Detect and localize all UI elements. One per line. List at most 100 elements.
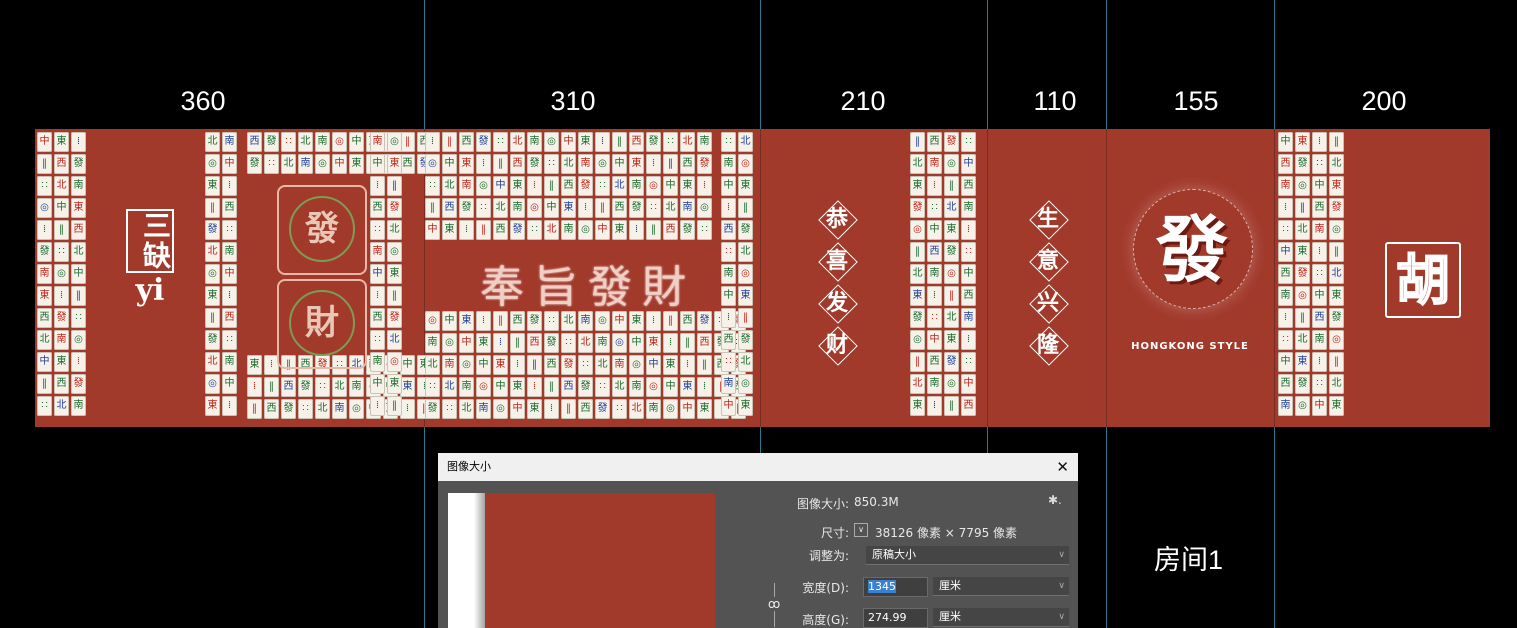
mahjong-tile: 中 xyxy=(370,374,385,394)
mahjong-tile: 西 xyxy=(544,355,559,375)
chevron-down-icon: ∨ xyxy=(1058,612,1065,622)
mahjong-tile: ‖ xyxy=(387,286,402,306)
width-unit-select[interactable]: 厘米 ∨ xyxy=(933,577,1069,596)
mahjong-tile: ∷ xyxy=(612,399,627,419)
mahjong-tile: 西 xyxy=(561,176,576,196)
mahjong-tile: ‖ xyxy=(37,154,52,174)
mahjong-tile: 北 xyxy=(738,352,753,372)
height-unit-select[interactable]: 厘米 ∨ xyxy=(933,608,1069,627)
mahjong-tiles-frame-top: 西發∷北南◎中東⁞‖西發∷北南◎中東⁞‖西發 xyxy=(247,132,432,174)
mahjong-tile: 南 xyxy=(442,355,457,375)
mahjong-tile: 東 xyxy=(1329,396,1344,416)
mahjong-tile: ‖ xyxy=(425,198,440,218)
mahjong-tile: ⁞ xyxy=(961,220,976,240)
mahjong-tile: 東 xyxy=(629,154,644,174)
mahjong-tile: 南 xyxy=(697,132,712,152)
diamond-char: 意 xyxy=(1028,241,1068,281)
mahjong-tile: ⁞ xyxy=(400,399,415,419)
close-icon[interactable]: ✕ xyxy=(1056,453,1069,481)
mahjong-tile: ◎ xyxy=(910,330,925,350)
mahjong-tile: 發 xyxy=(944,352,959,372)
mahjong-tile: 南 xyxy=(349,377,364,397)
mahjong-tile: 西 xyxy=(1278,154,1293,174)
mahjong-tile: 北 xyxy=(37,330,52,350)
mahjong-tile: ∷ xyxy=(1312,154,1327,174)
mahjong-tile: 北 xyxy=(205,242,220,262)
mahjong-tile: 北 xyxy=(944,198,959,218)
mahjong-tile: 西 xyxy=(54,374,69,394)
mahjong-tile: ⁞ xyxy=(680,355,695,375)
mahjong-tile: 西 xyxy=(961,286,976,306)
mahjong-tile: 西 xyxy=(459,132,474,152)
mahjong-tile: ∷ xyxy=(425,176,440,196)
mahjong-tile: ◎ xyxy=(332,132,347,152)
mahjong-tile: 發 xyxy=(264,132,279,152)
mahjong-tile: 西 xyxy=(264,399,279,419)
mahjong-tile: ‖ xyxy=(1329,242,1344,262)
mahjong-tile: 東 xyxy=(37,286,52,306)
mahjong-tile: 西 xyxy=(927,132,942,152)
diamond-char: 财 xyxy=(817,325,857,365)
mahjong-tile: ◎ xyxy=(205,374,220,394)
mahjong-tile: 南 xyxy=(370,352,385,372)
fit-select[interactable]: 原稿大小 ∨ xyxy=(866,546,1069,565)
mahjong-tile: ∷ xyxy=(315,377,330,397)
mahjong-tile: ∷ xyxy=(527,220,542,240)
mahjong-tile: 東 xyxy=(205,396,220,416)
mahjong-tile: 東 xyxy=(910,396,925,416)
mahjong-tile: 中 xyxy=(370,154,385,174)
gear-icon[interactable]: ✱. xyxy=(1048,493,1062,507)
image-preview[interactable] xyxy=(448,493,715,628)
mahjong-tile: ⁞ xyxy=(493,333,508,353)
mahjong-tile: ‖ xyxy=(71,286,86,306)
mahjong-tile: 東 xyxy=(205,176,220,196)
mahjong-tile: ⁞ xyxy=(425,132,440,152)
sanque-logo: 三缺 yi xyxy=(120,209,180,308)
mahjong-tile: 中 xyxy=(629,333,644,353)
fa-circle: 發 xyxy=(289,196,355,262)
mahjong-tile: 西 xyxy=(1278,264,1293,284)
chevron-down-icon[interactable]: ∨ xyxy=(854,523,868,537)
mahjong-tile: ‖ xyxy=(612,132,627,152)
mahjong-tile: 東 xyxy=(1295,132,1310,152)
width-label: 宽度(D): xyxy=(802,581,849,595)
mahjong-tile: 中 xyxy=(493,377,508,397)
mahjong-tile: ⁞ xyxy=(721,308,736,328)
mahjong-tile: ⁞ xyxy=(629,220,644,240)
mahjong-tile: 發 xyxy=(697,311,712,331)
mahjong-tile: ∷ xyxy=(222,220,237,240)
mahjong-tile: ◎ xyxy=(205,264,220,284)
height-input[interactable]: 274.99 xyxy=(863,608,928,628)
mahjong-tile: ⁞ xyxy=(697,377,712,397)
mahjong-tile: ∷ xyxy=(298,399,313,419)
height-unit: 厘米 xyxy=(939,610,961,623)
width-input[interactable]: 1345 xyxy=(863,577,928,597)
chain-link-icon: ꝏ xyxy=(768,597,781,611)
panel-divider xyxy=(1106,129,1107,427)
mahjong-tile: 東 xyxy=(71,198,86,218)
hu-stamp: 胡 xyxy=(1385,242,1461,318)
mahjong-tile: 東 xyxy=(738,286,753,306)
mahjong-tile: 發 xyxy=(629,198,644,218)
mahjong-tile: ‖ xyxy=(561,399,576,419)
mahjong-tiles-panel2-left: 南 ◎ 中東 ⁞ ‖ 西發 ∷ 北南 ◎ 中東 ⁞ ‖ 西發 ∷ 北南 ◎ 中東 ⁞ ‖ xyxy=(370,132,402,416)
mahjong-tile: 中 xyxy=(459,333,474,353)
mahjong-tile: 東 xyxy=(646,333,661,353)
mahjong-tile: 東 xyxy=(387,154,402,174)
mahjong-tile: ∷ xyxy=(281,132,296,152)
mahjong-tile: 中 xyxy=(1278,132,1293,152)
mahjong-tile: 中 xyxy=(663,377,678,397)
mahjong-tile: ⁞ xyxy=(370,176,385,196)
mahjong-tile: 東 xyxy=(400,377,415,397)
mahjong-tile: 北 xyxy=(1329,154,1344,174)
mahjong-tile: 中 xyxy=(721,396,736,416)
mahjong-tile: ⁞ xyxy=(1278,198,1293,218)
preview-image xyxy=(485,493,715,628)
mahjong-tile: 南 xyxy=(680,198,695,218)
mahjong-tile: 西 xyxy=(629,132,644,152)
fit-label: 调整为: xyxy=(808,549,849,563)
mahjong-tile: ∷ xyxy=(1312,264,1327,284)
mahjong-tile: 發 xyxy=(527,154,542,174)
mahjong-tile: 西 xyxy=(370,308,385,328)
mahjong-tile: 北 xyxy=(612,176,627,196)
